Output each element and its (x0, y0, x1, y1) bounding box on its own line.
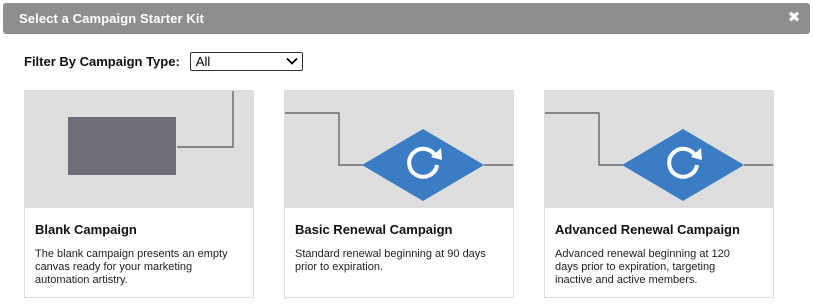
card-title: Basic Renewal Campaign (295, 222, 453, 237)
close-icon[interactable]: ✖ (787, 9, 801, 27)
card-title: Advanced Renewal Campaign (555, 222, 740, 237)
chevron-down-icon (286, 57, 298, 65)
card-description: Advanced renewal beginning at 120 days p… (555, 248, 730, 286)
campaign-type-select[interactable]: All (189, 51, 303, 71)
card-blank-campaign[interactable]: Blank Campaign The blank campaign presen… (24, 90, 254, 298)
renewal-diamond-illustration (545, 91, 773, 208)
card-basic-renewal-campaign[interactable]: Basic Renewal Campaign Standard renewal … (284, 90, 514, 298)
blank-canvas-illustration (25, 91, 253, 208)
campaign-starter-kit-dialog: Select a Campaign Starter Kit ✖ Filter B… (0, 0, 813, 307)
renewal-diamond-illustration (285, 91, 513, 208)
card-description: The blank campaign presents an empty can… (35, 248, 228, 286)
filter-row: Filter By Campaign Type: All (24, 51, 303, 71)
filter-label: Filter By Campaign Type: (24, 53, 180, 69)
card-description: Standard renewal beginning at 90 days pr… (295, 248, 486, 273)
card-title: Blank Campaign (35, 222, 137, 237)
card-advanced-renewal-campaign[interactable]: Advanced Renewal Campaign Advanced renew… (544, 90, 774, 298)
dialog-titlebar: Select a Campaign Starter Kit ✖ (3, 3, 810, 34)
dialog-title: Select a Campaign Starter Kit (19, 11, 204, 26)
campaign-type-selected-value: All (195, 53, 211, 69)
